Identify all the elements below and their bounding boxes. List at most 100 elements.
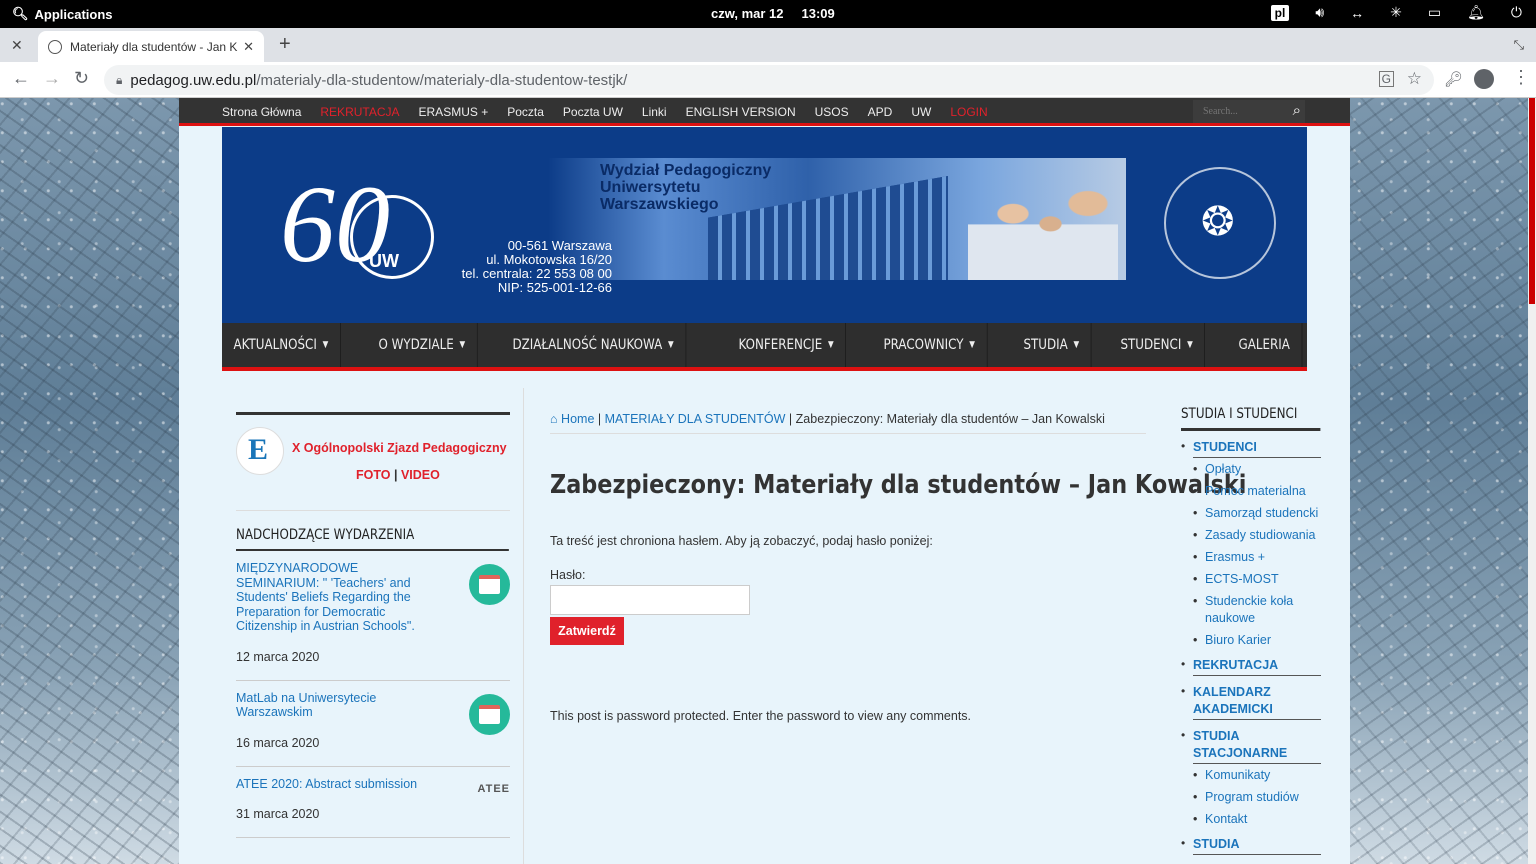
browser-menu-icon[interactable]: ⋮: [1512, 67, 1530, 88]
menu-group-link[interactable]: KALENDARZ AKADEMICKI: [1193, 684, 1321, 720]
system-top-bar: 🔍︎ Applications czw, mar 12 13:09 pl 🔊︎ ↔…: [0, 0, 1536, 28]
zjazd-logo[interactable]: E: [236, 427, 284, 475]
submenu-item[interactable]: Samorząd studencki: [1193, 505, 1321, 522]
video-link[interactable]: VIDEO: [401, 468, 440, 482]
top-link-apd[interactable]: APD: [868, 105, 893, 119]
zjazd-link[interactable]: X Ogólnopolski Zjazd Pedagogiczny: [292, 441, 507, 455]
top-link-erasmus-[interactable]: ERASMUS +: [419, 105, 489, 119]
bookmark-star-icon[interactable]: ☆: [1407, 69, 1422, 89]
submenu-item[interactable]: Kontakt: [1193, 811, 1321, 828]
nav-item[interactable]: GALERIA: [1227, 323, 1302, 367]
calendar-glyph: [479, 704, 500, 724]
menu-group-link[interactable]: STUDIA STACJONARNE: [1193, 728, 1321, 764]
keyboard-layout-indicator[interactable]: pl: [1270, 4, 1290, 21]
clock[interactable]: czw, mar 12 13:09: [711, 6, 853, 21]
event-link[interactable]: MatLab na Uniwersytecie Warszawskim: [236, 691, 440, 720]
nav-item[interactable]: STUDIA ▼: [1012, 323, 1092, 367]
scrollbar-thumb[interactable]: [1529, 98, 1535, 304]
event-link[interactable]: MIĘDZYNARODOWE SEMINARIUM: " 'Teachers' …: [236, 561, 440, 634]
breadcrumb-home[interactable]: ⌂ Home: [550, 412, 594, 426]
top-link-poczta[interactable]: Poczta: [507, 105, 544, 119]
lock-icon[interactable]: 🔒︎: [116, 73, 122, 88]
power-icon[interactable]: ⏻: [1511, 4, 1522, 21]
search-icon[interactable]: ⌕: [1293, 102, 1301, 119]
restore-window-icon[interactable]: ⤡: [1514, 37, 1524, 53]
applications-menu[interactable]: 🔍︎ Applications: [12, 6, 113, 22]
submenu-item[interactable]: Zasady studiowania: [1193, 527, 1321, 544]
menu-group-link[interactable]: REKRUTACJA: [1193, 657, 1321, 676]
volume-icon[interactable]: 🔊︎: [1315, 4, 1324, 21]
key-icon[interactable]: 🔑︎: [1444, 70, 1463, 88]
menu-group-link[interactable]: STUDIA: [1193, 836, 1321, 855]
header-banner[interactable]: 60 UW Wydział Pedagogiczny Uniwersytetu …: [222, 127, 1307, 323]
back-arrow-icon[interactable]: ←: [12, 68, 30, 89]
caret-down-icon: ▼: [322, 339, 329, 350]
submenu-item[interactable]: Program studiów: [1193, 789, 1321, 806]
breadcrumb-separator: |: [597, 412, 602, 426]
site-search[interactable]: ⌕: [1193, 100, 1305, 123]
events-list: MIĘDZYNARODOWE SEMINARIUM: " 'Teachers' …: [236, 551, 510, 838]
nav-item-label: GALERIA: [1237, 336, 1290, 353]
submit-button[interactable]: Zatwierdź: [550, 617, 624, 645]
nav-item-label: STUDENCI: [1120, 336, 1182, 353]
new-tab-button[interactable]: +: [279, 33, 291, 56]
top-link-rekrutacja[interactable]: REKRUTACJA: [320, 105, 399, 119]
nav-item[interactable]: AKTUALNOŚCI ▼: [222, 323, 341, 367]
nav-item[interactable]: STUDENCI ▼: [1109, 323, 1206, 367]
breadcrumb-section[interactable]: MATERIAŁY DLA STUDENTÓW: [605, 412, 786, 426]
menu-group: STUDENCI Opłaty Pomoc materialna Samorząd s…: [1181, 439, 1321, 649]
menu-group: STUDIA STACJONARNE Komunikaty Program stud…: [1181, 728, 1321, 828]
top-link-english-version[interactable]: ENGLISH VERSION: [686, 105, 796, 119]
translate-icon[interactable]: G: [1378, 71, 1394, 87]
event-date: 31 marca 2020: [236, 807, 320, 821]
events-widget-title: NADCHODZĄCE WYDARZENIA: [236, 527, 509, 551]
reload-icon[interactable]: ↻: [74, 68, 89, 89]
university-seal-logo: ❂: [1164, 167, 1276, 279]
top-link-uw[interactable]: UW: [911, 105, 931, 119]
close-tab-icon[interactable]: ✕: [243, 39, 254, 55]
nav-item-label: PRACOWNICY: [883, 336, 964, 353]
nav-item[interactable]: O WYDZIALE ▼: [367, 323, 478, 367]
top-link-poczta-uw[interactable]: Poczta UW: [563, 105, 623, 119]
right-widget-title: STUDIA I STUDENCI: [1181, 406, 1321, 431]
address-bar[interactable]: 🔒︎ pedagog.uw.edu.pl/materialy-dla-stude…: [104, 65, 1434, 95]
breadcrumb-home-label: Home: [561, 412, 595, 426]
nav-item-label: DZIAŁALNOŚĆ NAUKOWA: [512, 336, 663, 353]
top-link-usos[interactable]: USOS: [815, 105, 849, 119]
submenu: Komunikaty Program studiów Kontakt: [1193, 767, 1321, 828]
nav-item[interactable]: DZIAŁALNOŚĆ NAUKOWA ▼: [501, 323, 687, 367]
forward-arrow-icon[interactable]: →: [43, 68, 61, 89]
banner-title-line: Wydział Pedagogiczny: [600, 162, 772, 179]
search-icon: 🔍︎: [12, 6, 29, 21]
top-link-strona-główna[interactable]: Strona Główna: [222, 105, 301, 119]
search-input[interactable]: [1193, 100, 1275, 123]
nav-item[interactable]: PRACOWNICY ▼: [872, 323, 988, 367]
submenu-item[interactable]: ECTS-MOST: [1193, 571, 1321, 588]
faculty-logo-uw: UW: [369, 251, 399, 271]
submenu-item[interactable]: Erasmus +: [1193, 549, 1321, 566]
network-icon[interactable]: ↔: [1350, 5, 1364, 21]
submenu-item[interactable]: Opłaty: [1193, 461, 1321, 478]
close-window-icon[interactable]: ✕: [11, 37, 23, 54]
browser-tab-bar: ✕ Materiały dla studentów - Jan K ✕ + ⤡: [0, 28, 1536, 62]
menu-group-link[interactable]: STUDENCI: [1193, 439, 1321, 458]
battery-icon[interactable]: ▭: [1428, 4, 1441, 21]
submenu-item[interactable]: Biuro Karier: [1193, 632, 1321, 649]
page-scrollbar[interactable]: [1528, 98, 1536, 864]
submenu-item[interactable]: Studenckie koła naukowe: [1193, 593, 1321, 627]
account-avatar[interactable]: [1474, 69, 1494, 89]
address-line: NIP: 525-001-12-66: [497, 280, 612, 295]
system-tray[interactable]: pl 🔊︎ ↔ ✳ ▭ 🔔︎ ⏻: [1270, 4, 1522, 21]
submenu-item[interactable]: Komunikaty: [1193, 767, 1321, 784]
foto-link[interactable]: FOTO: [356, 468, 391, 482]
password-field[interactable]: [550, 585, 750, 615]
notification-bell-icon[interactable]: 🔔︎: [1467, 4, 1485, 21]
banner-title-line: Warszawskiego: [600, 196, 719, 213]
top-link-login[interactable]: LOGIN: [950, 105, 987, 119]
nav-item[interactable]: KONFERENCJE ▼: [727, 323, 846, 367]
top-link-linki[interactable]: Linki: [642, 105, 667, 119]
submenu-item[interactable]: Pomoc materialna: [1193, 483, 1321, 500]
browser-tab[interactable]: Materiały dla studentów - Jan K ✕: [38, 31, 264, 62]
event-link[interactable]: ATEE 2020: Abstract submission: [236, 777, 440, 792]
bluetooth-icon[interactable]: ✳: [1390, 4, 1402, 21]
